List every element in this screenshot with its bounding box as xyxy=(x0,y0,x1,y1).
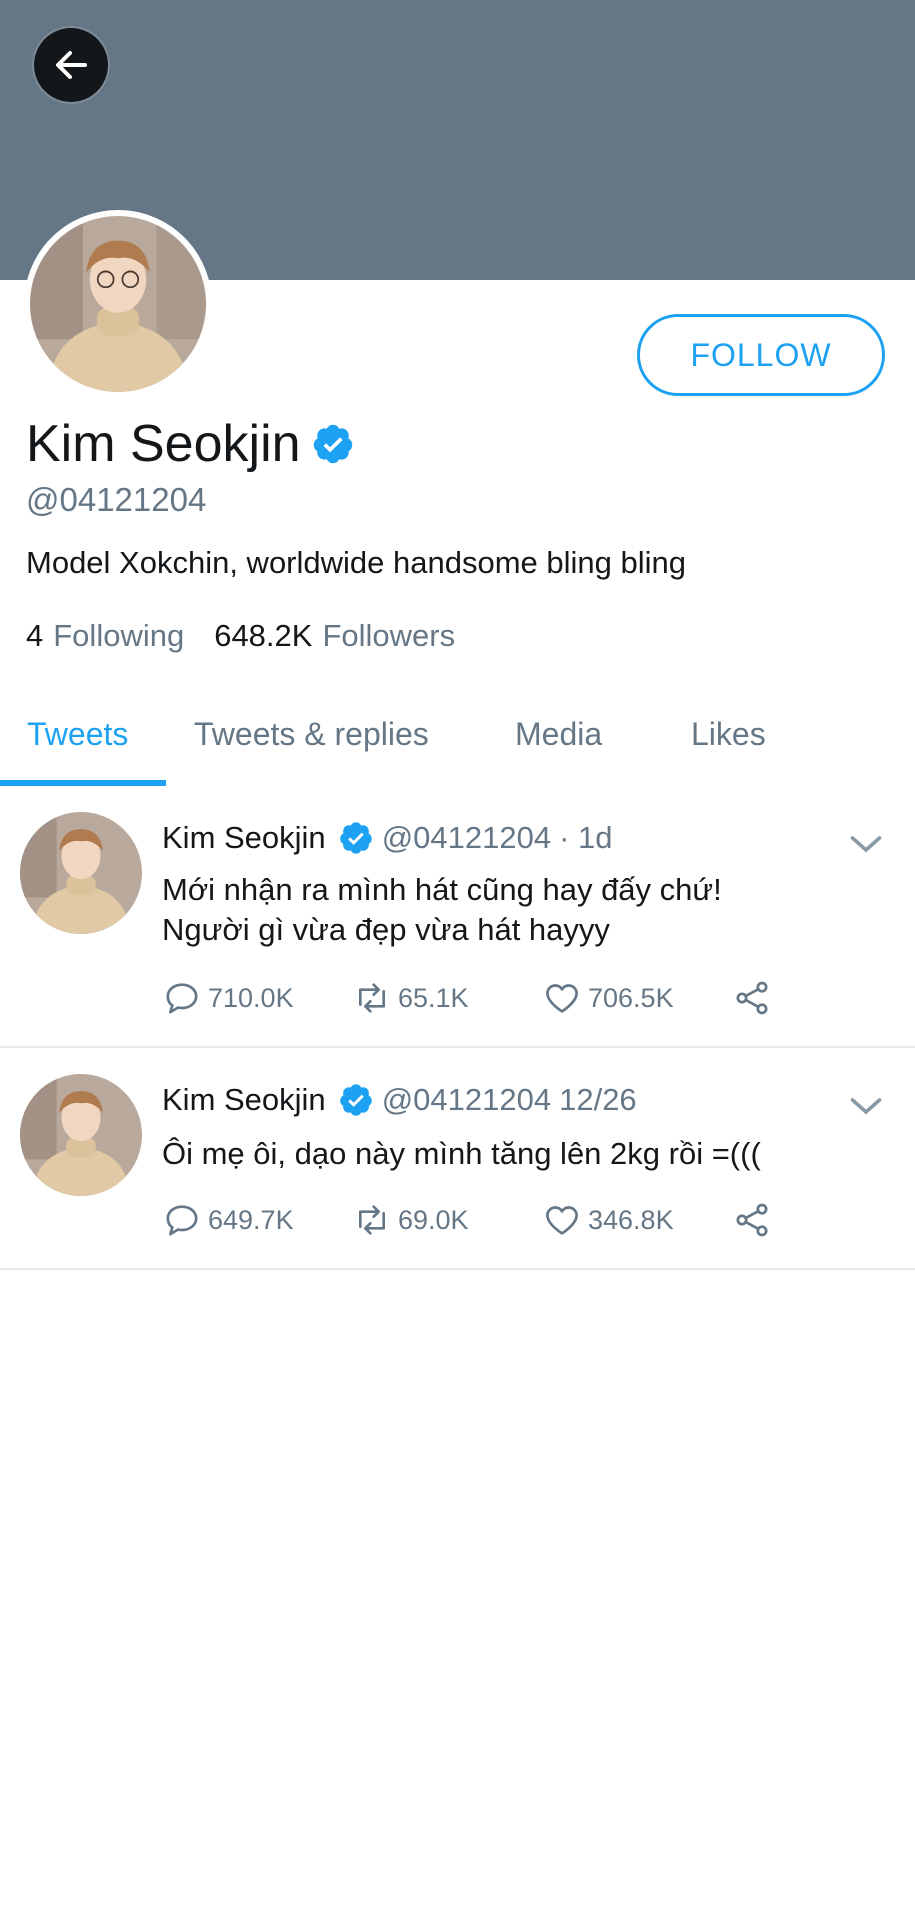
profile-name-row: Kim Seokjin xyxy=(26,414,355,474)
share-button[interactable] xyxy=(732,1200,778,1240)
retweet-icon xyxy=(359,983,385,1013)
profile-avatar[interactable] xyxy=(24,210,212,398)
verified-badge-icon xyxy=(339,1084,372,1116)
reply-icon xyxy=(166,1205,198,1236)
verified-badge-icon xyxy=(313,424,352,464)
like-button[interactable]: 346.8K xyxy=(542,1200,674,1240)
tab-likes[interactable]: Likes xyxy=(691,716,766,753)
tweet-timestamp: · 1d xyxy=(559,820,613,855)
like-icon xyxy=(546,1206,578,1235)
follow-button[interactable]: FOLLOW xyxy=(637,314,885,396)
tweet-text-line: Mới nhận ra mình hát cũng hay đấy chứ! xyxy=(162,872,722,907)
reply-button[interactable]: 649.7K xyxy=(162,1200,294,1240)
profile-display-name: Kim Seokjin xyxy=(26,415,301,473)
profile-handle: @04121204 xyxy=(26,481,207,518)
verified-badge-icon xyxy=(339,822,372,854)
profile-stats: 4 Following 648.2K Followers xyxy=(26,618,485,654)
reply-count: 710.0K xyxy=(208,982,294,1013)
tweet-author-name[interactable]: Kim Seokjin xyxy=(162,820,326,856)
share-icon xyxy=(736,981,768,1015)
like-button[interactable]: 706.5K xyxy=(542,978,674,1018)
like-count: 706.5K xyxy=(588,982,674,1013)
avatar-image xyxy=(30,216,206,392)
tweet-author-handle: @04121204 xyxy=(381,820,552,855)
tweet-actions: 649.7K 69.0K 346.8K xyxy=(162,1200,782,1244)
tweet-text-line: Người gì vừa đẹp vừa hát hayyy xyxy=(162,912,610,947)
tweet-text: Mới nhận ra mình hát cũng hay đấy chứ! N… xyxy=(162,870,722,950)
tweet-avatar[interactable] xyxy=(20,812,142,934)
back-button[interactable] xyxy=(34,28,108,102)
tab-tweets-replies[interactable]: Tweets & replies xyxy=(194,716,429,753)
tab-media[interactable]: Media xyxy=(515,716,602,753)
tweet-text-line: Ôi mẹ ôi, dạo này mình tăng lên 2kg rồi … xyxy=(162,1136,761,1171)
following-label: Following xyxy=(53,618,185,653)
retweet-button[interactable]: 65.1K xyxy=(352,978,469,1018)
tweet-timestamp: 12/26 xyxy=(559,1082,637,1117)
retweet-count: 69.0K xyxy=(398,1204,469,1235)
following-count: 4 xyxy=(26,618,44,653)
share-button[interactable] xyxy=(732,978,778,1018)
tweet-header: Kim Seokjin @04121204 12/26 xyxy=(162,1082,637,1118)
back-arrow-icon xyxy=(56,51,87,79)
profile-tabs: Tweets Tweets & replies Media Likes xyxy=(0,690,915,790)
reply-button[interactable]: 710.0K xyxy=(162,978,294,1018)
retweet-button[interactable]: 69.0K xyxy=(352,1200,469,1240)
followers-stat[interactable]: 648.2K Followers xyxy=(214,618,455,654)
avatar-image xyxy=(20,812,142,934)
reply-icon xyxy=(166,983,198,1014)
followers-label: Followers xyxy=(322,618,456,653)
tweet-author-handle: @04121204 xyxy=(381,1082,552,1117)
reply-count: 649.7K xyxy=(208,1204,294,1235)
retweet-icon xyxy=(359,1205,385,1235)
tab-tweets[interactable]: Tweets xyxy=(27,716,128,753)
tweet-header: Kim Seokjin @04121204 · 1d xyxy=(162,820,613,856)
tweet-text: Ôi mẹ ôi, dạo này mình tăng lên 2kg rồi … xyxy=(162,1134,761,1174)
profile-bio: Model Xokchin, worldwide handsome bling … xyxy=(26,545,686,580)
tweet-item[interactable]: Kim Seokjin @04121204 · 1d Mới nhận ra m… xyxy=(0,790,915,1048)
chevron-down-icon[interactable] xyxy=(848,826,884,862)
like-count: 346.8K xyxy=(588,1204,674,1235)
active-tab-indicator xyxy=(0,780,166,786)
followers-count: 648.2K xyxy=(214,618,313,653)
like-icon xyxy=(546,984,578,1013)
retweet-count: 65.1K xyxy=(398,982,469,1013)
share-icon xyxy=(736,1203,768,1237)
tweet-actions: 710.0K 65.1K 706.5K xyxy=(162,978,782,1022)
tweet-item[interactable]: Kim Seokjin @04121204 12/26 Ôi mẹ ôi, dạ… xyxy=(0,1048,915,1270)
tweet-author-name[interactable]: Kim Seokjin xyxy=(162,1082,326,1118)
avatar-image xyxy=(20,1074,142,1196)
tweet-avatar[interactable] xyxy=(20,1074,142,1196)
following-stat[interactable]: 4 Following xyxy=(26,618,184,654)
chevron-down-icon[interactable] xyxy=(848,1088,884,1124)
